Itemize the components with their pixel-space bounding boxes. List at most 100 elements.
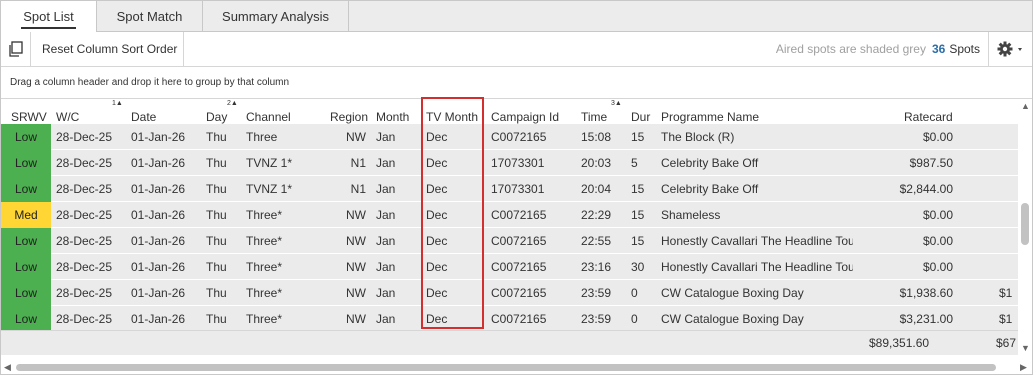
date-cell: 01-Jan-26 xyxy=(131,156,186,170)
spot-list-window: Spot List Spot Match Summary Analysis Re… xyxy=(0,0,1033,375)
scroll-right-icon[interactable]: ▶ xyxy=(1020,362,1027,373)
reset-column-sort-button[interactable]: Reset Column Sort Order xyxy=(32,32,184,66)
tv-month-cell: Dec xyxy=(426,286,448,300)
region-cell: NW xyxy=(346,260,366,274)
spot-grid: SRWV W/C 1▲ Date Day 2▲ Channel Region M… xyxy=(1,99,1018,355)
tab-spot-list[interactable]: Spot List xyxy=(1,1,97,33)
toolbar: Reset Column Sort Order Aired spots are … xyxy=(1,32,1032,67)
time-cell: 20:04 xyxy=(581,182,612,196)
time-cell: 22:29 xyxy=(581,208,612,222)
wc-cell: 28-Dec-25 xyxy=(56,208,113,222)
region-cell: NW xyxy=(346,208,366,222)
programme-name-cell: CW Catalogue Boxing Day xyxy=(661,312,804,326)
tv-month-cell: Dec xyxy=(426,130,448,144)
date-cell: 01-Jan-26 xyxy=(131,208,186,222)
ratecard-cell: $3,231.00 xyxy=(899,312,953,326)
month-cell: Jan xyxy=(376,130,396,144)
campaign-id-cell: C0072165 xyxy=(491,286,547,300)
srwv-badge: Low xyxy=(1,150,51,176)
table-row[interactable]: Low 28-Dec-25 01-Jan-26 Thu Three NW Jan Dec C00… xyxy=(1,124,1018,150)
region-cell: NW xyxy=(346,286,366,300)
date-cell: 01-Jan-26 xyxy=(131,260,186,274)
programme-name-cell: Honestly Cavallari The Headline Tou xyxy=(661,260,853,274)
extra-column-total: $67 xyxy=(996,336,1017,350)
tv-month-cell: Dec xyxy=(426,312,448,326)
ratecard-cell: $0.00 xyxy=(922,234,953,248)
region-cell: NW xyxy=(346,312,366,326)
table-row[interactable]: Low 28-Dec-25 01-Jan-26 Thu Three* NW Jan Dec C0… xyxy=(1,280,1018,306)
dur-cell: 15 xyxy=(631,208,645,222)
sort-order-indicator: 3▲ xyxy=(611,100,622,107)
gear-icon xyxy=(997,41,1022,57)
date-cell: 01-Jan-26 xyxy=(131,312,186,326)
campaign-id-cell: 17073301 xyxy=(491,182,545,196)
day-cell: Thu xyxy=(206,130,227,144)
horizontal-scroll-thumb[interactable] xyxy=(16,364,996,371)
settings-button[interactable] xyxy=(988,32,1032,66)
tab-bar: Spot List Spot Match Summary Analysis xyxy=(1,1,1032,33)
srwv-badge: Low xyxy=(1,280,51,306)
spot-count-info: Aired spots are shaded grey 36 Spots xyxy=(776,32,980,66)
vertical-scrollbar[interactable]: ▲ ▼ xyxy=(1018,99,1032,357)
tab-spot-match[interactable]: Spot Match xyxy=(97,1,203,32)
table-row[interactable]: Low 28-Dec-25 01-Jan-26 Thu Three* NW Jan Dec C0… xyxy=(1,254,1018,280)
dur-cell: 0 xyxy=(631,286,638,300)
scroll-down-icon[interactable]: ▼ xyxy=(1021,343,1030,353)
table-row[interactable]: Low 28-Dec-25 01-Jan-26 Thu TVNZ 1* N1 Jan Dec 1… xyxy=(1,150,1018,176)
time-cell: 23:59 xyxy=(581,286,612,300)
programme-name-cell: Shameless xyxy=(661,208,721,222)
spots-label: Spots xyxy=(949,42,980,56)
table-row[interactable]: Low 28-Dec-25 01-Jan-26 Thu TVNZ 1* N1 Jan Dec 1… xyxy=(1,176,1018,202)
channel-cell: TVNZ 1* xyxy=(246,182,293,196)
month-cell: Jan xyxy=(376,156,396,170)
tab-summary-analysis[interactable]: Summary Analysis xyxy=(203,1,349,32)
sort-order-indicator: 1▲ xyxy=(112,100,123,107)
vertical-scroll-thumb[interactable] xyxy=(1021,203,1029,245)
time-cell: 23:59 xyxy=(581,312,612,326)
tv-month-cell: Dec xyxy=(426,208,448,222)
programme-name-cell: The Block (R) xyxy=(661,130,735,144)
dur-cell: 0 xyxy=(631,312,638,326)
ratecard-cell: $2,844.00 xyxy=(899,182,953,196)
srwv-badge: Low xyxy=(1,124,51,150)
srwv-badge: Low xyxy=(1,176,51,202)
aired-hint: Aired spots are shaded grey xyxy=(775,42,926,56)
campaign-id-cell: C0072165 xyxy=(491,234,547,248)
horizontal-scrollbar[interactable]: ◀ ▶ xyxy=(1,359,1032,374)
scroll-up-icon[interactable]: ▲ xyxy=(1021,101,1030,111)
campaign-id-cell: C0072165 xyxy=(491,260,547,274)
tab-summary-analysis-label: Summary Analysis xyxy=(222,9,329,24)
time-cell: 20:03 xyxy=(581,156,612,170)
day-cell: Thu xyxy=(206,260,227,274)
group-by-drop-zone[interactable]: Drag a column header and drop it here to… xyxy=(1,67,1032,99)
day-cell: Thu xyxy=(206,234,227,248)
dur-cell: 15 xyxy=(631,130,645,144)
srwv-badge: Low xyxy=(1,228,51,254)
date-cell: 01-Jan-26 xyxy=(131,234,186,248)
table-row[interactable]: Med 28-Dec-25 01-Jan-26 Thu Three* NW Jan Dec C0… xyxy=(1,202,1018,228)
table-row[interactable]: Low 28-Dec-25 01-Jan-26 Thu Three* NW Jan Dec C0… xyxy=(1,306,1018,332)
programme-name-cell: Honestly Cavallari The Headline Tou xyxy=(661,234,853,248)
scroll-left-icon[interactable]: ◀ xyxy=(4,362,11,373)
chevron-down-icon xyxy=(1017,48,1022,51)
month-cell: Jan xyxy=(376,312,396,326)
wc-cell: 28-Dec-25 xyxy=(56,260,113,274)
channel-cell: Three* xyxy=(246,286,283,300)
dur-cell: 15 xyxy=(631,182,645,196)
channel-cell: Three* xyxy=(246,260,283,274)
channel-cell: TVNZ 1* xyxy=(246,156,293,170)
time-cell: 23:16 xyxy=(581,260,612,274)
group-by-hint: Drag a column header and drop it here to… xyxy=(10,77,290,88)
campaign-id-cell: C0072165 xyxy=(491,208,547,222)
region-cell: NW xyxy=(346,234,366,248)
month-cell: Jan xyxy=(376,286,396,300)
tv-month-cell: Dec xyxy=(426,234,448,248)
wc-cell: 28-Dec-25 xyxy=(56,234,113,248)
ratecard-cell: $0.00 xyxy=(922,130,953,144)
region-cell: N1 xyxy=(350,182,366,196)
sort-order-indicator: 2▲ xyxy=(227,100,238,107)
tab-spot-list-label: Spot List xyxy=(21,5,76,29)
table-row[interactable]: Low 28-Dec-25 01-Jan-26 Thu Three* NW Jan Dec C0… xyxy=(1,228,1018,254)
region-cell: NW xyxy=(346,130,366,144)
copy-button[interactable] xyxy=(1,32,31,66)
